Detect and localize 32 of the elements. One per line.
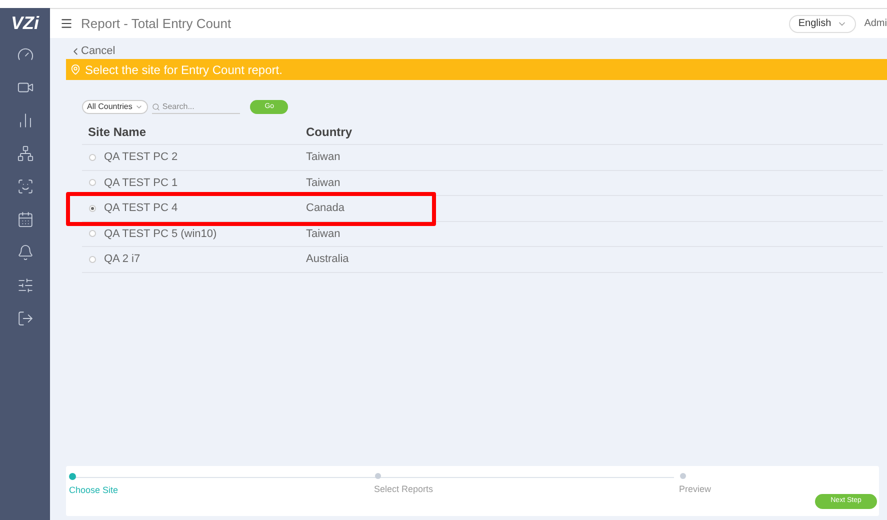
step-label: Choose Site (69, 484, 118, 497)
search-icon (152, 102, 160, 110)
banner-text: Select the site for Entry Count report. (85, 62, 282, 78)
page-title: Report - Total Entry Count (81, 14, 232, 33)
site-name: QA TEST PC 4 (104, 201, 179, 216)
radio-button[interactable] (89, 154, 96, 161)
radio-button[interactable] (89, 179, 96, 186)
country-name: Canada (306, 201, 345, 216)
column-header: Site Name (87, 124, 148, 141)
country-name: Australia (306, 252, 349, 267)
country-name: Taiwan (306, 150, 340, 165)
country-name: Taiwan (306, 176, 340, 190)
user-name[interactable]: Admi (864, 16, 887, 31)
site-name: QA TEST PC 5 (win10) (104, 226, 218, 242)
site-name: QA 2 i7 (104, 252, 142, 267)
country-name: Taiwan (306, 226, 340, 242)
radio-button[interactable] (89, 230, 96, 238)
pin-icon (70, 64, 81, 75)
cancel-link[interactable]: Cancel (70, 43, 116, 59)
site-name: QA TEST PC 1 (104, 176, 179, 190)
menu-icon[interactable] (60, 17, 73, 30)
step-label: Select Reports (374, 483, 434, 496)
country-select[interactable]: All Countries (82, 100, 148, 114)
site-name: QA TEST PC 2 (104, 150, 179, 165)
radio-button[interactable] (89, 256, 96, 263)
search-field[interactable]: Search... (162, 100, 238, 112)
logo: VZi (10, 12, 39, 34)
column-header: Country (306, 124, 352, 141)
language-select[interactable]: English (789, 14, 856, 32)
chevron-down-icon (135, 103, 144, 111)
step-label: Preview (679, 483, 712, 496)
radio-button[interactable] (89, 204, 96, 212)
